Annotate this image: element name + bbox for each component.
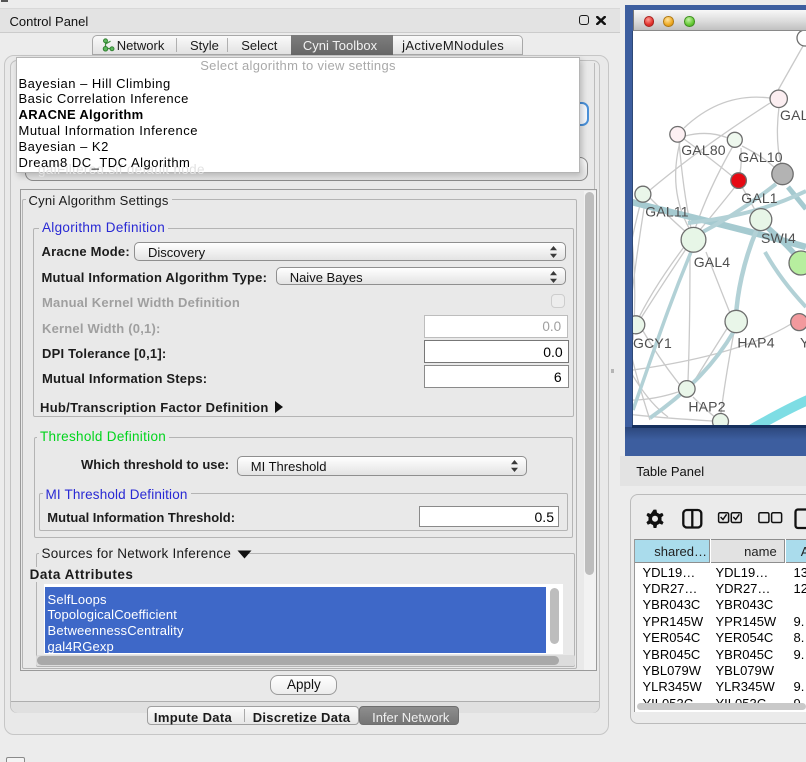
svg-text:GAL1: GAL1 [741,190,778,206]
svg-text:GAL11: GAL11 [645,204,689,220]
svg-text:GAL10: GAL10 [738,149,783,165]
svg-text:GAL7: GAL7 [780,107,806,123]
svg-text:SWI4: SWI4 [761,230,796,246]
svg-text:GAL4: GAL4 [694,254,731,270]
svg-text:HAP2: HAP2 [688,399,725,415]
svg-text:GAL80: GAL80 [681,142,726,158]
svg-text:HAP4: HAP4 [737,335,774,351]
svg-text:GCY1: GCY1 [633,335,672,351]
svg-text:YJ: YJ [800,335,806,351]
